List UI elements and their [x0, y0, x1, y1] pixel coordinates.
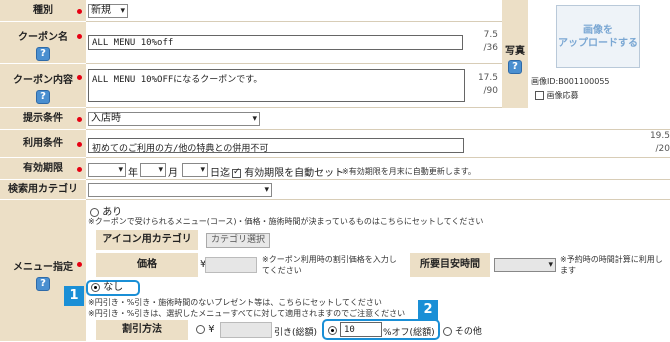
price-input[interactable] [205, 257, 257, 273]
pct-radio[interactable] [328, 325, 337, 335]
icon-category-label: アイコン用カテゴリ [96, 230, 198, 250]
required-dot [77, 262, 82, 267]
price-note: ※クーポン利用時の割引価格を入力してください [262, 255, 397, 275]
nashi-note-2: ※円引き・%引きは、選択したメニューすべてに対して適用されますのでご注意ください [88, 309, 406, 318]
terms-count: 19.5/20 [649, 131, 670, 154]
category-select-button[interactable]: カテゴリ選択 [206, 233, 270, 248]
label-search-category: 検索用カテゴリ [0, 180, 86, 200]
yen-off-label: 引き(総額) [274, 328, 318, 338]
type-select[interactable]: 新規 [88, 4, 128, 18]
help-icon[interactable]: ? [36, 47, 50, 61]
day-suffix: 日迄 [210, 168, 230, 179]
label-menu: メニュー指定 ? [0, 200, 86, 342]
terms-input[interactable]: 初めてのご利用の方/他の特典との併用不可 [88, 138, 464, 154]
required-dot [77, 142, 82, 147]
year-suffix: 年 [128, 168, 138, 179]
label-coupon-content: クーポン内容 ? [0, 64, 86, 108]
yen-discount-option[interactable]: ¥ [196, 324, 215, 335]
coupon-content-textarea[interactable]: ALL MENU 10%OFFになるクーポンです。 [88, 69, 465, 102]
expiry-year-select[interactable] [88, 163, 126, 177]
required-dot [77, 167, 82, 172]
ari-note: ※クーポンで受けられるメニュー(コース)・価格・施術時間が決まっているものはこち… [88, 217, 484, 226]
search-category-select[interactable] [88, 183, 272, 197]
nashi-radio[interactable] [91, 282, 100, 292]
auto-set-checkbox[interactable] [232, 167, 241, 178]
auto-set-expiry[interactable]: 有効期限を自動セット [232, 164, 344, 179]
upload-image-button[interactable]: 画像を アップロードする [556, 5, 640, 68]
expiry-month-select[interactable] [140, 163, 166, 177]
help-icon[interactable]: ? [36, 277, 50, 291]
expiry-day-select[interactable] [182, 163, 208, 177]
required-dot [77, 75, 82, 80]
auto-set-note: ※有効期限を月末に自動更新します。 [342, 167, 476, 176]
pct-input[interactable]: 10 [340, 322, 382, 337]
image-apply-checkbox[interactable] [535, 91, 544, 100]
required-dot [77, 117, 82, 122]
other-option[interactable]: その他 [443, 324, 482, 337]
label-type: 種別 [0, 0, 86, 22]
condition-select[interactable]: 入店時 [88, 112, 260, 126]
required-dot [77, 34, 82, 39]
coupon-name-count: 7.5/36 [483, 30, 498, 53]
image-id: 画像ID:B001100055 [531, 77, 610, 86]
pct-off-label: %オフ(総額) [383, 328, 435, 338]
help-icon[interactable]: ? [508, 60, 522, 74]
row-type [86, 0, 502, 22]
price-label: 価格 [96, 253, 198, 277]
time-select[interactable] [494, 258, 556, 272]
time-label: 所要目安時間 [410, 253, 490, 277]
yen-discount-input[interactable] [220, 322, 272, 338]
yen-radio[interactable] [196, 324, 205, 334]
callout-badge-1: 1 [64, 286, 84, 306]
image-apply[interactable]: 画像応募 [535, 90, 579, 101]
required-dot [77, 9, 82, 14]
coupon-name-input[interactable]: ALL MENU 10%off [88, 35, 463, 50]
coupon-content-count: 17.5/90 [477, 73, 498, 96]
discount-method-label: 割引方法 [96, 320, 188, 340]
nashi-option[interactable]: なし [86, 280, 140, 296]
time-note: ※予約時の時間計算に利用します [560, 255, 663, 275]
callout-badge-2: 2 [418, 300, 438, 320]
label-condition: 提示条件 [0, 108, 86, 130]
nashi-note-1: ※円引き・%引き・施術時間のないプレゼント等は、こちらにセットしてください [88, 298, 382, 307]
label-terms: 利用条件 [0, 130, 86, 158]
label-expiry: 有効期限 [0, 158, 86, 180]
photo-label-cell: 写真 ? [502, 0, 528, 108]
month-suffix: 月 [168, 168, 178, 179]
other-radio[interactable] [443, 327, 452, 336]
label-coupon-name: クーポン名 ? [0, 22, 86, 64]
help-icon[interactable]: ? [36, 90, 50, 104]
